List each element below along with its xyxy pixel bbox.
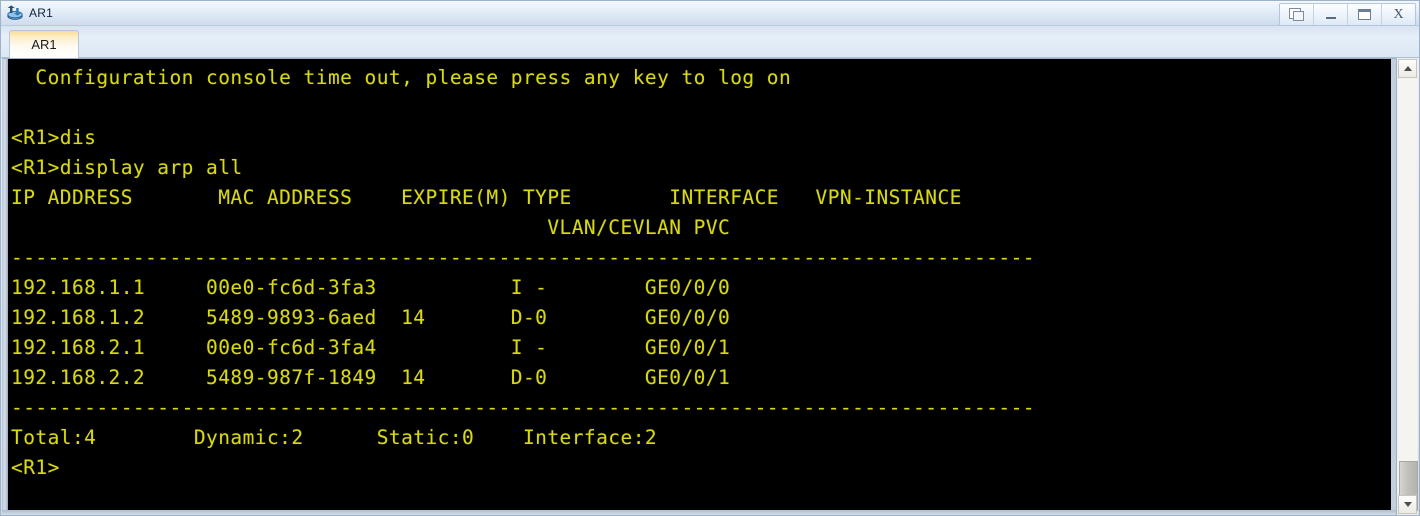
terminal-prompt-line-2: <R1>display arp all [11,156,243,179]
tab-ar1[interactable]: AR1 [9,30,79,58]
table-row: 192.168.2.1 00e0-fc6d-3fa4 I - GE0/0/1 [11,336,731,359]
terminal-table-header-2: VLAN/CEVLAN PVC [11,216,731,239]
scroll-down-button[interactable] [1398,495,1417,514]
title-bar: AR1 X [1,1,1419,26]
window-title: AR1 [29,6,53,20]
scroll-up-button[interactable] [1398,59,1417,78]
close-button[interactable]: X [1382,4,1415,25]
terminal-prompt-last: <R1> [11,456,60,479]
terminal-divider-top: ----------------------------------------… [11,246,1035,269]
window-controls: X [1279,3,1416,26]
terminal-console[interactable]: Configuration console time out, please p… [8,59,1391,511]
maximize-icon [1358,9,1371,20]
terminal-table-header-1: IP ADDRESS MAC ADDRESS EXPIRE(M) TYPE IN… [11,186,962,209]
table-row: 192.168.1.2 5489-9893-6aed 14 D-0 GE0/0/… [11,306,731,329]
scrollbar-track[interactable] [1398,78,1418,511]
vertical-scrollbar[interactable] [1396,58,1418,515]
restore-button[interactable] [1280,4,1314,25]
terminal-banner: Configuration console time out, please p… [11,66,792,89]
minimize-icon [1325,10,1337,20]
router-icon [6,5,24,21]
maximize-button[interactable] [1348,4,1382,25]
console-window: AR1 X AR1 Configuration console time out… [0,0,1420,516]
tab-strip: AR1 [1,26,1419,58]
table-row: 192.168.1.1 00e0-fc6d-3fa3 I - GE0/0/0 [11,276,731,299]
terminal-bottom-bevel [2,510,1418,515]
terminal-output: Configuration console time out, please p… [11,63,1035,483]
close-icon: X [1393,6,1404,22]
title-bar-left: AR1 [1,5,53,21]
restore-icon [1289,8,1304,21]
terminal-prompt-line-1: <R1>dis [11,126,97,149]
minimize-button[interactable] [1314,4,1348,25]
tab-ar1-label: AR1 [31,37,57,52]
terminal-summary-line: Total:4 Dynamic:2 Static:0 Interface:2 [11,426,658,449]
up-arrow-icon [1403,66,1412,71]
terminal-frame: Configuration console time out, please p… [2,58,1418,515]
down-arrow-icon [1403,502,1412,507]
table-row: 192.168.2.2 5489-987f-1849 14 D-0 GE0/0/… [11,366,731,389]
terminal-divider-bottom: ----------------------------------------… [11,396,1035,419]
